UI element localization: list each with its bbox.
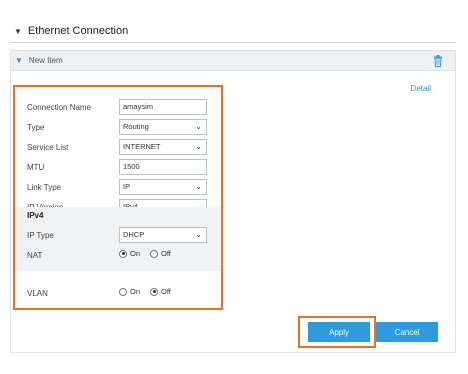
ipv4-heading: IPv4 (27, 211, 44, 220)
nat-off-label: Off (161, 249, 171, 258)
mtu-row: MTU 1500 (15, 159, 221, 177)
nat-row: NAT On Off (15, 247, 221, 265)
connection-name-label: Connection Name (27, 103, 92, 112)
connection-name-input[interactable]: amaysim (119, 99, 207, 115)
vlan-off-radio[interactable] (150, 287, 159, 296)
chevron-down-icon: ⌄ (195, 230, 202, 239)
detail-link[interactable]: Detail (411, 84, 431, 93)
nat-on-label: On (130, 249, 141, 258)
vlan-label: VLAN (27, 289, 48, 298)
vlan-row: VLAN On Off (15, 285, 221, 303)
vlan-on-radio[interactable] (119, 287, 127, 296)
mtu-label: MTU (27, 163, 45, 172)
nat-label: NAT (27, 251, 43, 260)
panel-title: New Item (28, 56, 63, 65)
link-type-select[interactable]: IP ⌄ (119, 179, 207, 195)
mtu-input[interactable]: 1500 (119, 159, 207, 175)
chevron-down-icon: ⌄ (195, 122, 202, 131)
service-list-row: Service List INTERNET ⌄ (15, 139, 221, 157)
vlan-off-label: Off (161, 287, 171, 296)
chevron-down-icon: ⌄ (195, 142, 202, 151)
vlan-on-label: On (130, 287, 141, 296)
vlan-radio-group: On Off (119, 287, 171, 296)
apply-button[interactable]: Apply (308, 322, 370, 342)
triangle-down-icon[interactable]: ▼ (14, 27, 22, 36)
link-type-row: Link Type IP ⌄ (15, 179, 221, 197)
ip-type-row: IP Type DHCP ⌄ (15, 227, 221, 245)
link-type-label: Link Type (27, 183, 62, 192)
cancel-button[interactable]: Cancel (376, 322, 438, 342)
item-panel: ▼ New Item Detail Connection Name amaysi… (10, 50, 456, 353)
divider (10, 42, 456, 43)
section-header[interactable]: ▼ Ethernet Connection (14, 25, 128, 37)
section-title: Ethernet Connection (27, 25, 129, 37)
connection-form: Connection Name amaysim Type Routing ⌄ Se… (13, 85, 223, 310)
service-list-select[interactable]: INTERNET ⌄ (119, 139, 207, 155)
type-select[interactable]: Routing ⌄ (119, 119, 207, 135)
ip-type-select[interactable]: DHCP ⌄ (119, 227, 207, 243)
connection-name-row: Connection Name amaysim (15, 99, 221, 117)
service-list-label: Service List (27, 143, 69, 152)
type-label: Type (27, 123, 45, 132)
type-row: Type Routing ⌄ (15, 119, 221, 137)
ip-type-label: IP Type (27, 231, 54, 240)
nat-radio-group: On Off (119, 249, 171, 258)
nat-on-radio[interactable] (119, 249, 127, 258)
chevron-down-icon: ⌄ (195, 182, 202, 191)
triangle-down-icon[interactable]: ▼ (15, 56, 23, 65)
trash-icon[interactable] (433, 55, 443, 67)
nat-off-radio[interactable] (150, 249, 159, 258)
panel-header[interactable]: ▼ New Item (11, 51, 455, 71)
